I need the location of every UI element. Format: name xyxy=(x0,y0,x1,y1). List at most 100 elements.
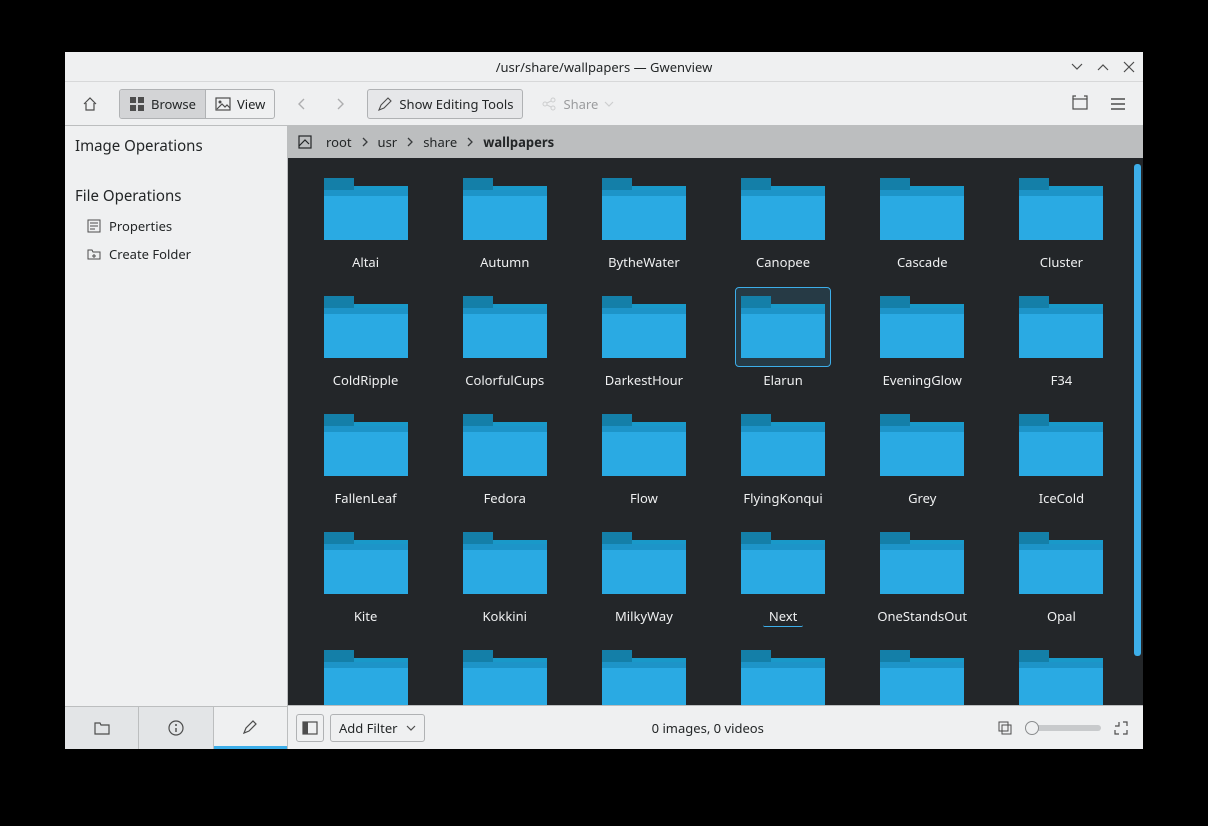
folder-icon xyxy=(736,170,830,248)
window-controls xyxy=(1069,52,1137,81)
home-button[interactable] xyxy=(71,89,109,119)
folder-item[interactable]: Kokkini xyxy=(435,522,574,640)
folder-item[interactable]: Autumn xyxy=(435,168,574,286)
folder-icon xyxy=(458,524,552,602)
properties-label: Properties xyxy=(109,217,172,235)
back-button[interactable] xyxy=(285,91,319,117)
folder-item[interactable]: Opal xyxy=(992,522,1131,640)
folder-item[interactable]: Flow xyxy=(574,404,713,522)
sidebar-item-properties[interactable]: Properties xyxy=(65,212,287,240)
view-mode-button[interactable]: View xyxy=(206,90,274,118)
scrollbar-thumb[interactable] xyxy=(1134,164,1141,656)
forward-button[interactable] xyxy=(323,91,357,117)
folder-icon xyxy=(319,406,413,484)
zoom-slider-thumb[interactable] xyxy=(1025,721,1039,735)
path-edit-icon[interactable] xyxy=(296,133,314,151)
folder-icon xyxy=(875,288,969,366)
home-icon xyxy=(81,95,99,113)
folder-label: DarkestHour xyxy=(599,370,689,390)
folder-label: Flow xyxy=(624,488,664,508)
zoom-slider[interactable] xyxy=(1025,725,1101,731)
chevron-up-icon xyxy=(1096,60,1110,74)
folder-item[interactable] xyxy=(714,640,853,705)
panel-left-icon xyxy=(302,720,318,736)
folder-item[interactable]: EveningGlow xyxy=(853,286,992,404)
info-icon xyxy=(167,719,185,737)
folder-item[interactable]: Next xyxy=(714,522,853,640)
folder-item[interactable]: DarkestHour xyxy=(574,286,713,404)
folder-item[interactable]: Fedora xyxy=(435,404,574,522)
browse-mode-button[interactable]: Browse xyxy=(120,90,206,118)
folder-item[interactable]: Grey xyxy=(853,404,992,522)
show-editing-tools-button[interactable]: Show Editing Tools xyxy=(367,89,523,119)
chevron-down-icon xyxy=(604,99,614,109)
folder-item[interactable]: IceCold xyxy=(992,404,1131,522)
folder-item[interactable]: Cascade xyxy=(853,168,992,286)
breadcrumb-root[interactable]: root xyxy=(320,130,358,154)
sidebar-item-create-folder[interactable]: Create Folder xyxy=(65,240,287,268)
folder-item[interactable] xyxy=(574,640,713,705)
zoom-in-button[interactable] xyxy=(1107,714,1135,742)
path-edit-svg-icon xyxy=(297,134,313,150)
chevron-down-icon xyxy=(406,723,416,733)
folder-grid-container: Altai Autumn BytheWater CanopeeCascadeClust… xyxy=(288,158,1143,705)
folder-item[interactable]: Cluster xyxy=(992,168,1131,286)
sidebar-tab-edit[interactable] xyxy=(214,707,287,749)
folder-item[interactable]: Altai xyxy=(296,168,435,286)
main-area: rootusr share wallpapers Altai Autumn BytheW… xyxy=(288,126,1143,749)
folder-item[interactable]: Elarun xyxy=(714,286,853,404)
folder-item[interactable]: ColorfulCups xyxy=(435,286,574,404)
sidebar-content: Image Operations File Operations Propert… xyxy=(65,126,287,706)
folder-item[interactable]: Kite xyxy=(296,522,435,640)
folder-icon xyxy=(597,642,691,705)
share-button[interactable]: Share xyxy=(531,89,624,119)
menu-button[interactable] xyxy=(1099,89,1137,119)
folder-item[interactable] xyxy=(853,640,992,705)
zoom-out-button[interactable] xyxy=(991,714,1019,742)
folder-item[interactable]: OneStandsOut xyxy=(853,522,992,640)
folder-item[interactable]: BytheWater xyxy=(574,168,713,286)
folder-label: Altai xyxy=(346,252,385,272)
add-filter-button[interactable]: Add Filter xyxy=(330,714,425,742)
folder-item[interactable]: FlyingKonqui xyxy=(714,404,853,522)
breadcrumb-separator xyxy=(405,137,415,147)
sidebar-tab-folders[interactable] xyxy=(65,707,139,749)
folder-label: Autumn xyxy=(474,252,535,272)
breadcrumb-usr[interactable]: usr xyxy=(372,130,404,154)
maximize-button[interactable] xyxy=(1095,59,1111,75)
folder-item[interactable]: FallenLeaf xyxy=(296,404,435,522)
folder-icon xyxy=(319,170,413,248)
breadcrumb-share[interactable]: share xyxy=(417,130,463,154)
folder-label: FlyingKonqui xyxy=(737,488,828,508)
folder-item[interactable]: MilkyWay xyxy=(574,522,713,640)
share-icon xyxy=(541,96,557,112)
status-text: 0 images, 0 videos xyxy=(431,719,985,737)
folder-icon xyxy=(597,170,691,248)
scrollbar[interactable] xyxy=(1134,164,1141,699)
minimize-button[interactable] xyxy=(1069,59,1085,75)
folder-item[interactable]: Canopee xyxy=(714,168,853,286)
folder-item[interactable]: F34 xyxy=(992,286,1131,404)
folder-item[interactable] xyxy=(992,640,1131,705)
folder-icon xyxy=(458,642,552,705)
bottom-bar: Add Filter 0 images, 0 videos xyxy=(288,705,1143,749)
folder-label: OneStandsOut xyxy=(871,606,973,626)
folder-item[interactable] xyxy=(296,640,435,705)
add-filter-label: Add Filter xyxy=(339,719,398,737)
folder-label: Elarun xyxy=(757,370,808,390)
close-button[interactable] xyxy=(1121,59,1137,75)
titlebar: /usr/share/wallpapers — Gwenview xyxy=(65,52,1143,82)
breadcrumb-wallpapers[interactable]: wallpapers xyxy=(477,130,560,154)
folder-icon xyxy=(736,524,830,602)
close-icon xyxy=(1123,61,1135,73)
fullscreen-button[interactable] xyxy=(1061,89,1099,119)
folder-item[interactable]: ColdRipple xyxy=(296,286,435,404)
sidebar-tab-info[interactable] xyxy=(139,707,213,749)
folder-label: BytheWater xyxy=(602,252,686,272)
folder-label: IceCold xyxy=(1033,488,1090,508)
arrow-left-icon xyxy=(295,97,309,111)
folder-icon xyxy=(1014,170,1108,248)
toggle-sidebar-button[interactable] xyxy=(296,714,324,742)
pencil-icon xyxy=(377,96,393,112)
folder-item[interactable] xyxy=(435,640,574,705)
